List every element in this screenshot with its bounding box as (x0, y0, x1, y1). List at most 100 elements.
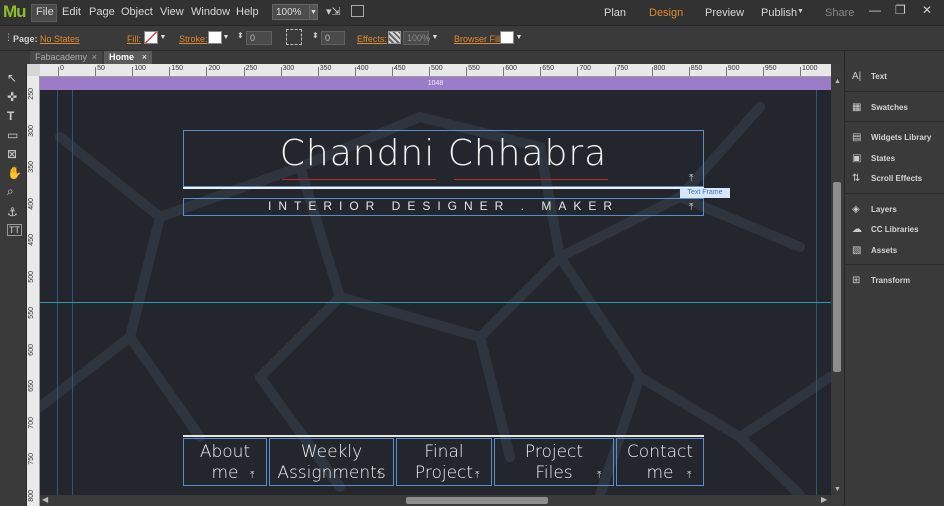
vertical-scroll-thumb[interactable] (833, 182, 841, 372)
zoom-tool-icon[interactable]: ⌕ (7, 184, 14, 199)
nav-weekly-assignments[interactable]: Weekly Assignments (269, 438, 394, 486)
nav-top-line[interactable] (183, 435, 704, 437)
grid-view-icon[interactable] (351, 5, 364, 17)
ruler-h-tick (317, 67, 319, 76)
close-tab-icon[interactable]: × (92, 51, 97, 64)
panel-states[interactable]: ▣ States (852, 153, 895, 164)
link-icon[interactable]: ⤒ (689, 202, 693, 213)
close-tab-icon[interactable]: × (142, 51, 147, 64)
panel-scroll-effects[interactable]: ⇅ Scroll Effects (852, 173, 922, 184)
fill-label[interactable]: Fill: (127, 34, 141, 44)
ruler-h-label: 0 (60, 65, 64, 72)
panel-transform[interactable]: ⊞ Transform (852, 275, 910, 286)
layers-icon: ◈ (852, 204, 860, 215)
tab-fabacademy[interactable]: Fabacademy × (30, 51, 102, 64)
link-icon[interactable]: ⤒ (689, 173, 693, 184)
publish-dropdown-icon[interactable]: ▼ (797, 8, 804, 15)
ruler-h-label: 100 (134, 65, 146, 72)
link-icon[interactable]: ⤒ (250, 470, 254, 481)
nav-project-files[interactable]: Project Files (494, 438, 614, 486)
menu-file[interactable]: File (36, 6, 54, 18)
spellcheck-underline (454, 179, 608, 180)
browser-fill-label[interactable]: Browser Fill: (454, 34, 504, 44)
stroke-dropdown-icon[interactable]: ▼ (222, 31, 230, 44)
mode-preview[interactable]: Preview (705, 7, 744, 19)
menu-object[interactable]: Object (121, 6, 153, 18)
link-icon[interactable]: ⤒ (597, 470, 601, 481)
ruler-v-label: 250 (28, 88, 35, 100)
crop-tool-icon[interactable]: ✜ (7, 90, 17, 104)
guide-left-outer (57, 90, 58, 495)
stroke-stepper-icon[interactable]: ⬍ (237, 31, 244, 40)
title-divider-line[interactable] (183, 187, 704, 189)
close-icon[interactable]: ✕ (922, 3, 932, 17)
ruler-h-label: 750 (616, 65, 629, 72)
stroke-swatch[interactable] (208, 31, 222, 44)
image-frame-tool-icon[interactable]: ⊠ (7, 147, 17, 161)
ruler-h-label: 950 (764, 65, 777, 72)
restore-icon[interactable]: ❐ (895, 3, 906, 17)
browser-fill-swatch[interactable] (500, 31, 514, 44)
effects-icon[interactable] (388, 31, 401, 44)
hand-tool-icon[interactable]: ✋ (7, 166, 22, 180)
horizontal-scroll-thumb[interactable] (406, 497, 548, 504)
view-options-icon[interactable]: ▾⇲ (326, 5, 341, 18)
fill-swatch[interactable] (144, 31, 158, 44)
anchor-icon[interactable]: ⚓ (7, 205, 18, 219)
link-icon[interactable]: ⤒ (377, 470, 381, 481)
panel-layers[interactable]: ◈ Layers (852, 204, 897, 215)
ruler-v-label: 500 (28, 270, 35, 283)
scroll-up-icon[interactable]: ▲ (834, 78, 841, 85)
text-panel-icon: A| (852, 71, 862, 82)
corner-radius-field[interactable]: 0 (321, 31, 345, 45)
rectangle-tool-icon[interactable]: ▭ (7, 128, 18, 142)
horizontal-guide[interactable] (40, 302, 831, 303)
ruler-h-label: 300 (282, 65, 295, 72)
mode-share[interactable]: Share (825, 7, 854, 19)
menu-page[interactable]: Page (89, 6, 115, 18)
mode-design[interactable]: Design (649, 7, 683, 19)
panel-divider (844, 193, 944, 194)
ruler-h-tick (688, 67, 690, 76)
scroll-left-icon[interactable]: ◀ (42, 495, 48, 504)
page-width-bar: 1048 (40, 77, 831, 90)
menu-window[interactable]: Window (191, 6, 230, 18)
vertical-ruler (27, 76, 40, 506)
panel-text[interactable]: A| Text (852, 71, 887, 82)
menu-help[interactable]: Help (236, 6, 259, 18)
ruler-h-tick (651, 67, 653, 76)
link-icon[interactable]: ⤒ (475, 470, 479, 481)
mode-publish[interactable]: Publish (761, 7, 797, 19)
panel-swatches[interactable]: ▦ Swatches (852, 102, 908, 113)
stroke-label[interactable]: Stroke: (179, 34, 208, 44)
menu-edit[interactable]: Edit (62, 6, 81, 18)
opacity-field[interactable]: 100% (403, 31, 430, 45)
ruler-h-tick (354, 67, 356, 76)
minimize-icon[interactable]: — (869, 3, 881, 17)
fill-dropdown-icon[interactable]: ▼ (159, 31, 167, 44)
mode-plan[interactable]: Plan (604, 7, 626, 19)
panel-widgets-library[interactable]: ▤ Widgets Library (852, 132, 931, 143)
scroll-down-icon[interactable]: ▼ (834, 486, 841, 493)
link-icon[interactable]: ⤒ (687, 470, 691, 481)
text-frame-toggle-icon[interactable]: TT (7, 224, 22, 236)
panel-assets[interactable]: ▧ Assets (852, 245, 897, 256)
scroll-right-icon[interactable]: ▶ (821, 495, 827, 504)
stroke-width-field[interactable]: 0 (246, 31, 272, 45)
menu-view[interactable]: View (160, 6, 184, 18)
opacity-dropdown-icon[interactable]: ▼ (431, 31, 439, 44)
zoom-dropdown-icon[interactable]: ▼ (309, 4, 318, 20)
panel-cc-libraries[interactable]: ☁ CC Libraries (852, 224, 919, 235)
site-subtitle[interactable]: INTERIOR DESIGNER . MAKER (183, 199, 704, 213)
site-title[interactable]: Chandni Chhabra (183, 133, 704, 174)
corner-stepper-icon[interactable]: ⬍ (312, 31, 319, 40)
page-states-link[interactable]: No States (40, 34, 80, 44)
text-tool-icon[interactable]: T (7, 109, 14, 123)
ruler-h-tick (391, 67, 393, 76)
browser-fill-dropdown-icon[interactable]: ▼ (515, 31, 523, 44)
ruler-h-label: 700 (579, 65, 592, 72)
states-icon: ▣ (852, 153, 862, 164)
tab-home[interactable]: Home × (104, 51, 152, 64)
selection-tool-icon[interactable]: ↖ (7, 71, 17, 85)
effects-label[interactable]: Effects: (357, 34, 387, 44)
